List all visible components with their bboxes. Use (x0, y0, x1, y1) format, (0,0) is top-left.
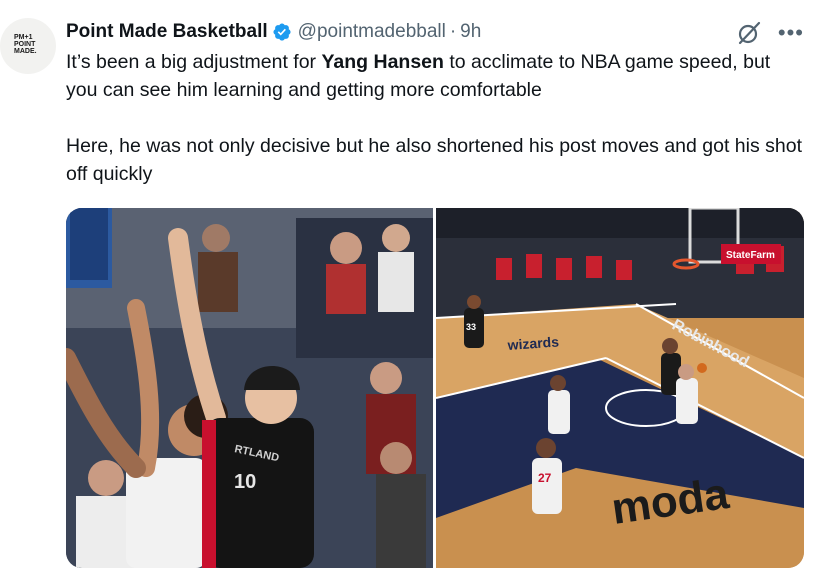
grok-icon[interactable] (736, 20, 762, 46)
avatar[interactable]: PM+1 POINT MADE. (0, 18, 56, 74)
tweet-media[interactable]: 10 RTLAND StateFarm wizards Robinhood mo… (66, 208, 804, 568)
display-name[interactable]: Point Made Basketball (66, 21, 268, 43)
tweet-header: Point Made Basketball @pointmadebball · … (66, 20, 481, 44)
right-player-number-1: 33 (466, 322, 476, 332)
media-image-right[interactable]: StateFarm wizards Robinhood moda 33 27 (436, 208, 804, 568)
left-jersey-number: 10 (234, 471, 256, 493)
media-image-left[interactable]: 10 RTLAND (66, 208, 433, 568)
avatar-logo: PM+1 POINT MADE. (14, 34, 37, 55)
more-icon[interactable]: ••• (778, 22, 804, 44)
right-sign-text: StateFarm (726, 250, 775, 261)
timestamp[interactable]: 9h (460, 21, 481, 43)
verified-badge-icon (273, 23, 291, 41)
right-player-number-2: 27 (538, 471, 552, 485)
tweet-actions: ••• (736, 20, 804, 46)
mention-name: Yang Hansen (321, 51, 444, 73)
tweet-paragraph-2: Here, he was not only decisive but he al… (66, 135, 803, 185)
separator-dot: · (449, 21, 457, 42)
left-photo-scene: 10 RTLAND (66, 208, 433, 568)
right-photo-scene: StateFarm wizards Robinhood moda 33 27 (436, 208, 804, 568)
user-handle[interactable]: @pointmadebball (298, 21, 446, 43)
tweet-paragraph-1: It’s been a big adjustment for Yang Hans… (66, 51, 771, 101)
tweet-text: It’s been a big adjustment for Yang Hans… (66, 48, 806, 188)
